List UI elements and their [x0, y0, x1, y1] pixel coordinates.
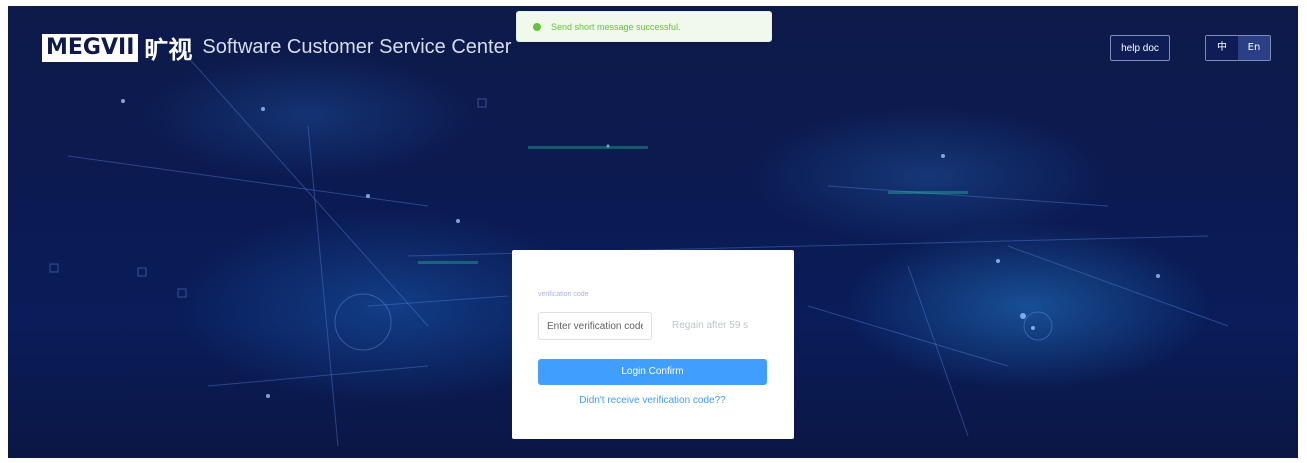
app-title: Software Customer Service Center [202, 36, 512, 58]
lang-zh-button[interactable]: 中 [1206, 36, 1238, 60]
success-check-icon [533, 22, 541, 31]
resend-code-link[interactable]: Didn't receive verification code?? [538, 395, 767, 406]
help-doc-button[interactable]: help doc [1110, 35, 1170, 61]
verification-code-input[interactable] [538, 312, 652, 340]
brand-logo: MEGVII 旷视 Software Customer Service Cent… [42, 30, 511, 65]
verification-code-label: verification code [538, 291, 589, 298]
login-confirm-button[interactable]: Login Confirm [538, 359, 767, 385]
login-card: verification code Regain after 59 s Logi… [512, 250, 794, 439]
regain-countdown: Regain after 59 s [672, 320, 749, 331]
logo-megvii: MEGVII [42, 33, 139, 62]
success-toast: Send short message successful. [516, 11, 772, 42]
page-background: MEGVII 旷视 Software Customer Service Cent… [8, 6, 1298, 458]
language-switcher: 中 En [1205, 35, 1271, 61]
toast-message: Send short message successful. [551, 21, 681, 32]
lang-en-button[interactable]: En [1238, 36, 1270, 60]
logo-chinese: 旷视 [144, 36, 193, 64]
